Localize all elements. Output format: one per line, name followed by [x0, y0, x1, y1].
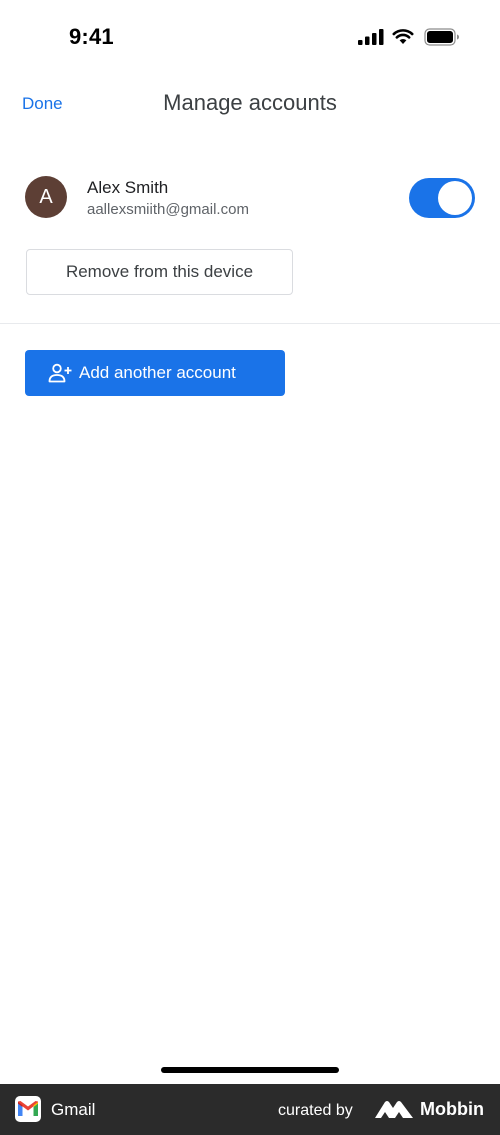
add-another-account-button[interactable]: Add another account	[25, 350, 285, 396]
home-indicator	[161, 1067, 339, 1073]
wifi-icon	[392, 29, 414, 44]
gmail-logo-icon	[15, 1096, 41, 1122]
account-toggle[interactable]	[409, 178, 475, 218]
manage-accounts-screen: 9:41 Done Manage accounts A Alex Smith a…	[0, 0, 500, 1135]
brand-name: Mobbin	[420, 1099, 484, 1119]
toggle-knob	[438, 181, 472, 215]
remove-from-device-button[interactable]: Remove from this device	[26, 249, 293, 295]
status-time: 9:41	[69, 24, 114, 49]
status-bar: 9:41	[0, 0, 500, 70]
battery-icon	[424, 28, 459, 46]
add-account-label: Add another account	[79, 363, 236, 382]
add-person-icon	[48, 363, 72, 383]
app-name: Gmail	[51, 1100, 96, 1119]
divider	[0, 323, 500, 324]
account-name: Alex Smith	[87, 178, 169, 197]
brand-bar: Gmail curated by Mobbin	[0, 1084, 500, 1135]
curated-by-label: curated by	[278, 1102, 353, 1119]
signal-icon	[358, 29, 384, 45]
mobbin-logo-icon	[375, 1101, 413, 1118]
page-title: Manage accounts	[163, 90, 337, 115]
account-email: aallexsmiith@gmail.com	[87, 201, 249, 218]
avatar: A	[25, 176, 67, 218]
